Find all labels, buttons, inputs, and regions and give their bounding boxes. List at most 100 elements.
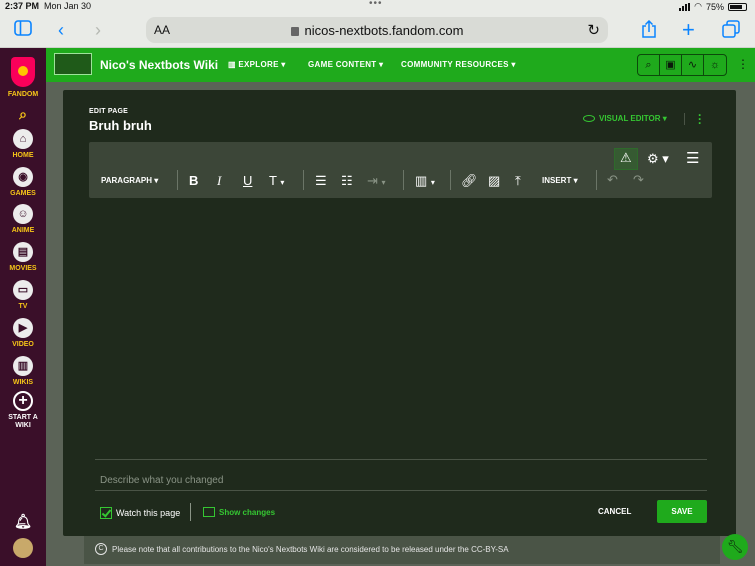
status-bar: 2:37 PM Mon Jan 30 ••• ◠ 75%: [0, 0, 755, 14]
divider: [190, 503, 191, 521]
rail-item-label: GAMES: [10, 190, 36, 197]
editor-content-area[interactable]: [89, 198, 712, 448]
wiki-tools: ⌕ ▣ ∿ ☼: [637, 54, 727, 76]
link-icon[interactable]: 🔗︎: [461, 173, 478, 189]
numbered-list-icon[interactable]: ☷: [341, 173, 353, 189]
more-options-icon[interactable]: · · ·: [697, 109, 703, 129]
eye-icon: [583, 115, 595, 122]
forward-icon[interactable]: ›: [95, 20, 101, 40]
page-settings-icon[interactable]: ⚙ ▾: [647, 151, 669, 167]
bell-icon[interactable]: 🔔︎: [0, 513, 46, 530]
back-icon[interactable]: ‹: [58, 20, 64, 40]
rail-item-games[interactable]: ◉ GAMES: [0, 167, 46, 197]
start-wiki-label: START A WIKI: [8, 414, 38, 429]
nav-explore[interactable]: ▥ EXPLORE ▾: [228, 60, 286, 69]
signal-icon: [679, 2, 691, 11]
insert-dropdown[interactable]: INSERT ▾: [542, 176, 578, 185]
license-notice: C Please note that all contributions to …: [84, 536, 720, 564]
more-icon[interactable]: ⋮: [737, 57, 749, 71]
address-bar[interactable]: AA nicos-nextbots.fandom.com ↻: [146, 17, 608, 43]
tabs-icon[interactable]: [722, 20, 740, 42]
divider: [596, 170, 597, 190]
indent-icon[interactable]: ⇥ ▾: [367, 173, 386, 191]
url-text: nicos-nextbots.fandom.com: [146, 23, 608, 38]
plus-icon: +: [13, 391, 33, 411]
warning-button[interactable]: ⚠: [614, 148, 638, 170]
theme-toggle-icon[interactable]: ☼: [704, 55, 726, 75]
nav-game-content[interactable]: GAME CONTENT ▾: [308, 60, 383, 69]
search-icon[interactable]: ⌕: [638, 55, 660, 75]
rail-start-wiki[interactable]: + START A WIKI: [0, 391, 46, 430]
text-style-icon[interactable]: T ▾: [269, 173, 284, 191]
tv-icon: ▭: [13, 280, 33, 300]
activity-icon[interactable]: ∿: [682, 55, 704, 75]
divider: [403, 170, 404, 190]
redo-icon[interactable]: ↷: [633, 172, 644, 188]
rail-item-wikis[interactable]: ▥ WIKIS: [0, 356, 46, 386]
bulleted-list-icon[interactable]: ☰: [315, 173, 327, 189]
wrench-icon[interactable]: 🔧︎: [722, 534, 748, 560]
rail-item-label: HOME: [12, 152, 34, 159]
rail-item-label: TV: [18, 303, 28, 310]
divider: [177, 170, 178, 190]
edit-summary-input[interactable]: [95, 459, 707, 491]
reload-icon[interactable]: ↻: [587, 21, 600, 39]
image-icon[interactable]: ▨: [488, 173, 500, 189]
url-value: nicos-nextbots.fandom.com: [304, 23, 464, 38]
show-changes-label: Show changes: [219, 507, 276, 517]
search-icon[interactable]: ⌕: [0, 106, 46, 123]
multitask-dots-icon[interactable]: •••: [369, 0, 383, 9]
home-icon: ⌂: [13, 129, 33, 149]
diff-icon: [203, 507, 215, 517]
status-indicators: ◠ 75%: [679, 1, 747, 12]
visual-editor-switch[interactable]: VISUAL EDITOR ▾: [583, 114, 667, 123]
nav-community-resources[interactable]: COMMUNITY RESOURCES ▾: [401, 60, 516, 69]
rail-item-video[interactable]: ▶ VIDEO: [0, 318, 46, 348]
avatar[interactable]: [13, 538, 33, 558]
page-title: Bruh bruh: [89, 118, 152, 133]
anime-icon: ☺: [13, 204, 33, 224]
wiki-header: Nico's Nextbots Wiki ▥ EXPLORE ▾ GAME CO…: [46, 48, 755, 82]
new-tab-icon[interactable]: +: [682, 19, 695, 41]
status-time: 2:37 PM: [5, 1, 40, 11]
upload-icon[interactable]: ⤒: [515, 173, 521, 189]
battery-icon: [728, 2, 747, 11]
bold-icon[interactable]: B: [189, 173, 198, 189]
divider: [303, 170, 304, 190]
watch-page-checkbox[interactable]: Watch this page: [100, 507, 180, 519]
lock-icon: [290, 27, 299, 36]
divider: [450, 170, 451, 190]
rail-item-label: MOVIES: [9, 265, 37, 272]
rail-item-tv[interactable]: ▭ TV: [0, 280, 46, 310]
rail-item-label: ANIME: [11, 227, 35, 234]
status-date: Mon Jan 30: [44, 1, 92, 11]
show-changes-button[interactable]: Show changes: [203, 507, 275, 517]
copyright-icon: C: [95, 543, 107, 555]
fandom-brand-label[interactable]: FANDOM: [0, 91, 46, 98]
save-button[interactable]: SAVE: [657, 500, 707, 523]
rail-item-home[interactable]: ⌂ HOME: [0, 129, 46, 159]
menu-icon[interactable]: ☰: [686, 151, 699, 167]
cite-icon[interactable]: ▥ ▾: [415, 173, 435, 191]
paragraph-format-dropdown[interactable]: PARAGRAPH ▾: [101, 176, 158, 185]
fandom-rail: FANDOM ⌕ ⌂ HOME ◉ GAMES ☺ ANIME ▤ MOVIES…: [0, 48, 46, 566]
fandom-logo[interactable]: [11, 57, 35, 87]
rail-item-anime[interactable]: ☺ ANIME: [0, 204, 46, 234]
wiki-title[interactable]: Nico's Nextbots Wiki: [100, 58, 218, 72]
italic-icon[interactable]: I: [217, 173, 221, 189]
film-icon: ▤: [13, 242, 33, 262]
sidebar-toggle-icon[interactable]: [14, 20, 32, 40]
cancel-button[interactable]: CANCEL: [598, 507, 631, 516]
browser-toolbar: ‹ › AA nicos-nextbots.fandom.com ↻ +: [0, 14, 755, 48]
video-icon: ▶: [13, 318, 33, 338]
warning-icon: ⚠: [620, 150, 632, 165]
undo-icon[interactable]: ↶: [607, 172, 618, 188]
wiki-logo[interactable]: [54, 53, 92, 75]
rail-item-movies[interactable]: ▤ MOVIES: [0, 242, 46, 272]
underline-icon[interactable]: U: [243, 173, 252, 189]
share-icon[interactable]: [641, 19, 657, 42]
discussions-icon[interactable]: ▣: [660, 55, 682, 75]
book-icon: ▥: [13, 356, 33, 376]
book-icon: ▥: [228, 60, 239, 69]
gamepad-icon: ◉: [13, 167, 33, 187]
